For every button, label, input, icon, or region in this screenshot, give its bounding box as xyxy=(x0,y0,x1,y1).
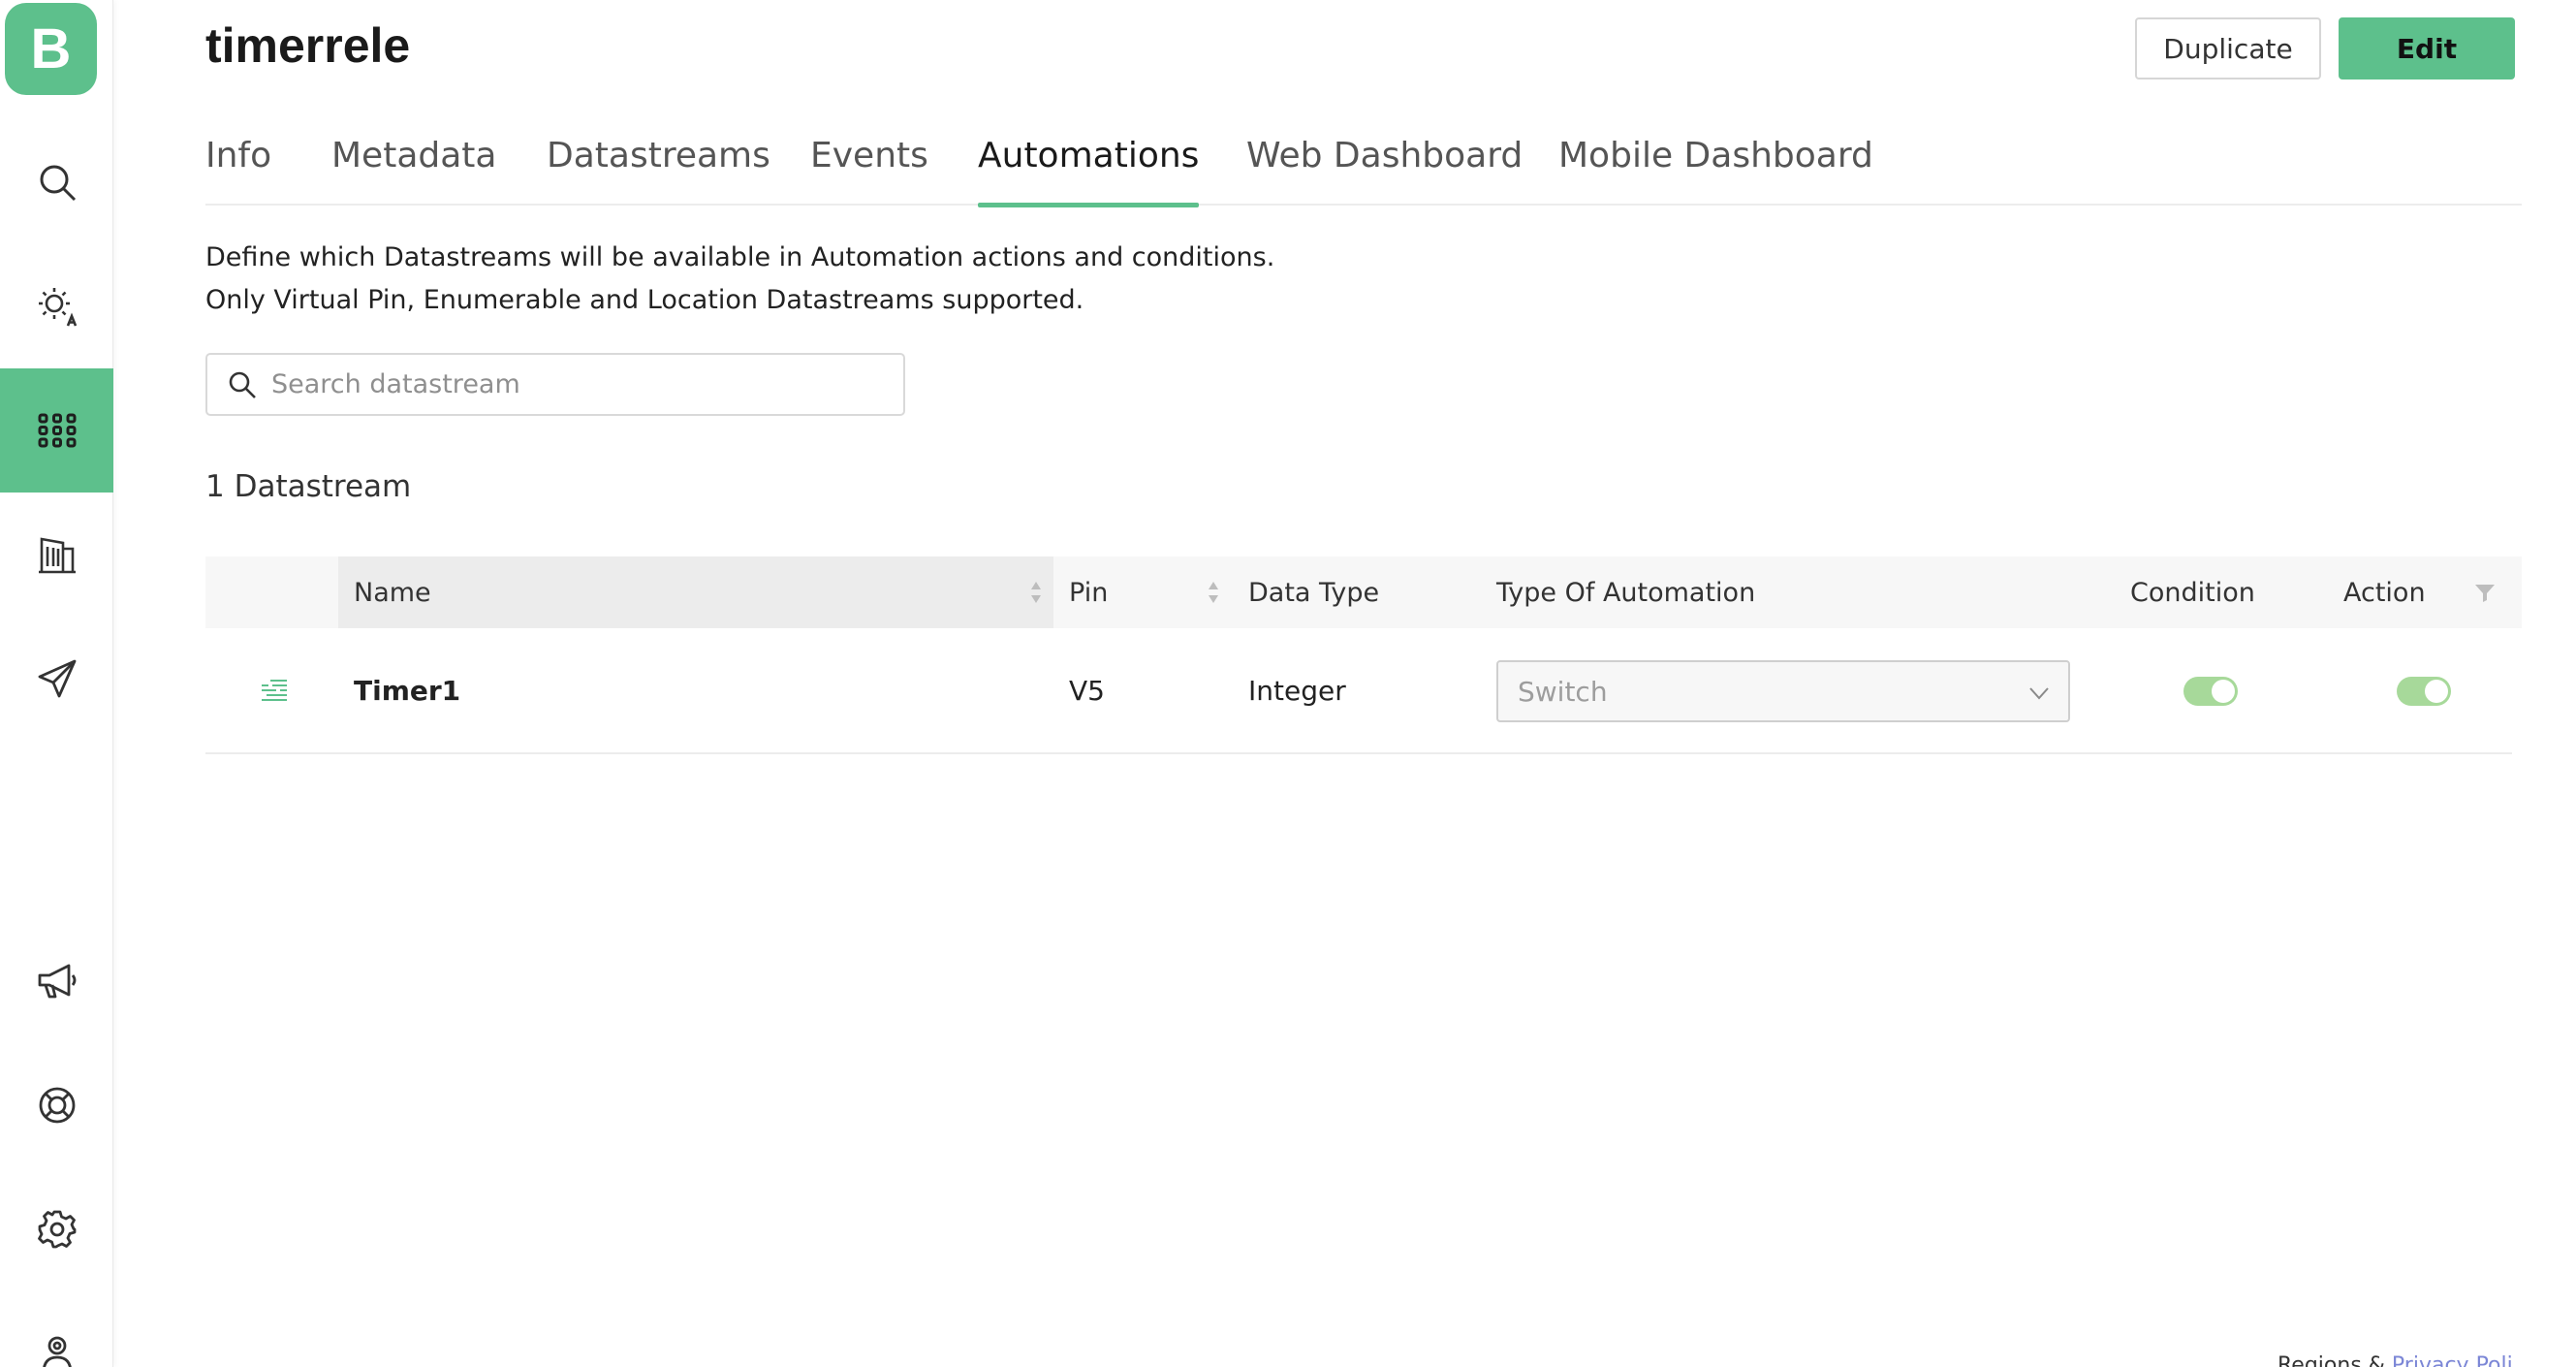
sidebar-item-profile[interactable] xyxy=(0,1291,113,1367)
filter-icon xyxy=(2475,585,2495,602)
lifebuoy-icon xyxy=(39,1087,75,1124)
action-toggle[interactable] xyxy=(2397,677,2451,706)
sidebar-item-automations[interactable] xyxy=(0,244,113,368)
sidebar: B xyxy=(0,0,113,1367)
sort-icon xyxy=(1209,582,1218,603)
app-logo[interactable]: B xyxy=(5,3,97,95)
sidebar-item-help[interactable] xyxy=(0,1043,113,1167)
tab-automations[interactable]: Automations xyxy=(978,136,1200,207)
toggle-knob xyxy=(2212,680,2235,703)
row-pin: V5 xyxy=(1069,674,1105,707)
tab-metadata[interactable]: Metadata xyxy=(331,136,496,206)
datastream-type-icon xyxy=(262,680,287,701)
footer-text: Regions & xyxy=(2278,1353,2392,1367)
chevron-down-icon xyxy=(2029,687,2049,700)
tab-datastreams[interactable]: Datastreams xyxy=(547,136,770,206)
column-header-name-label: Name xyxy=(354,577,431,608)
row-name: Timer1 xyxy=(354,674,461,707)
tab-mobile-dashboard[interactable]: Mobile Dashboard xyxy=(1558,136,1873,206)
search-input[interactable] xyxy=(271,369,892,399)
sidebar-item-search[interactable] xyxy=(0,120,113,244)
column-header-condition: Condition xyxy=(2130,577,2255,608)
page-title: timerrele xyxy=(205,18,411,73)
automation-type-select[interactable]: Switch xyxy=(1496,660,2070,722)
description-line-2: Only Virtual Pin, Enumerable and Locatio… xyxy=(205,285,1084,315)
column-header-action: Action xyxy=(2343,577,2426,608)
sort-icon xyxy=(1031,582,1041,603)
row-data-type: Integer xyxy=(1248,674,1346,707)
building-icon xyxy=(38,537,76,574)
automation-type-value: Switch xyxy=(1518,675,1608,708)
description-line-1: Define which Datastreams will be availab… xyxy=(205,242,1275,272)
edit-button[interactable]: Edit xyxy=(2339,17,2515,79)
privacy-policy-link[interactable]: Privacy Poli xyxy=(2392,1353,2513,1367)
logo-letter: B xyxy=(30,17,72,80)
toggle-knob xyxy=(2425,680,2448,703)
sidebar-item-templates[interactable] xyxy=(0,368,113,493)
sidebar-item-settings[interactable] xyxy=(0,1167,113,1291)
footer: Regions & Privacy Poli xyxy=(2278,1353,2513,1367)
column-header-type-of-automation: Type Of Automation xyxy=(1496,577,1756,608)
tab-bar: Info Metadata Datastreams Events Automat… xyxy=(205,136,2522,207)
search-icon xyxy=(229,371,256,398)
search-box[interactable] xyxy=(205,353,905,416)
search-icon xyxy=(40,165,76,202)
table-row[interactable]: Timer1 V5 Integer Switch xyxy=(205,628,2512,754)
megaphone-icon xyxy=(38,964,76,999)
sun-auto-icon xyxy=(38,288,77,327)
drag-handle[interactable] xyxy=(259,628,290,752)
tab-info[interactable]: Info xyxy=(205,136,271,206)
duplicate-button[interactable]: Duplicate xyxy=(2135,17,2321,79)
paper-plane-icon xyxy=(38,659,76,698)
grid-icon xyxy=(38,413,76,448)
table-header: Name Pin Data Type Type Of Automation Co… xyxy=(205,556,2522,628)
column-header-name[interactable]: Name xyxy=(338,556,1053,628)
sidebar-item-messages[interactable] xyxy=(0,617,113,741)
sidebar-item-organizations[interactable] xyxy=(0,493,113,617)
condition-toggle[interactable] xyxy=(2183,677,2238,706)
gear-icon xyxy=(37,1210,76,1249)
tab-web-dashboard[interactable]: Web Dashboard xyxy=(1246,136,1523,206)
column-header-data-type: Data Type xyxy=(1248,577,1380,608)
sidebar-item-announcements[interactable] xyxy=(0,919,113,1043)
column-filter[interactable] xyxy=(2473,556,2502,628)
tab-events[interactable]: Events xyxy=(810,136,928,206)
user-icon xyxy=(42,1336,72,1367)
column-header-pin[interactable]: Pin xyxy=(1053,556,1230,628)
datastream-count: 1 Datastream xyxy=(205,469,412,504)
column-header-pin-label: Pin xyxy=(1069,577,1109,608)
